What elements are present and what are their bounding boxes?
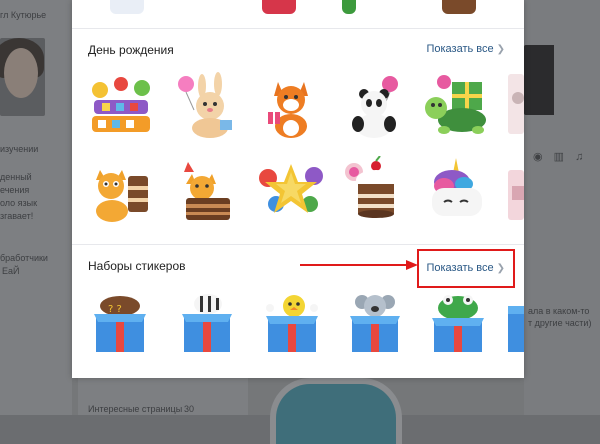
- sticker-mystery-box-chick[interactable]: [256, 290, 326, 360]
- sticker-turtle-with-gift[interactable]: [422, 72, 492, 142]
- background-text: оло язык: [0, 198, 38, 208]
- sticker-cupcake-with-cherry[interactable]: [340, 156, 410, 226]
- sticker[interactable]: [262, 0, 296, 14]
- background-media-icons: ◉ ▥ ♫: [533, 151, 588, 163]
- sticker[interactable]: [342, 0, 356, 14]
- sticker-mystery-box-frog[interactable]: [422, 290, 492, 360]
- background-text: денный: [0, 172, 32, 182]
- background-count: 30: [184, 404, 195, 414]
- background-text: бработчики: [0, 253, 48, 263]
- sticker-partial[interactable]: [506, 72, 524, 142]
- annotation-highlight-box: [417, 249, 515, 288]
- section-divider: [72, 244, 524, 245]
- show-all-label: Показать все: [426, 43, 494, 55]
- sticker-row: [72, 72, 524, 154]
- sticker-mystery-box-chocolate[interactable]: ? ?: [86, 290, 156, 360]
- background-avatar-blob: [270, 378, 402, 444]
- sticker-cat-in-cake[interactable]: [172, 156, 242, 226]
- background-text: Интересные страницы: [88, 404, 183, 414]
- sticker-panda-with-balloon[interactable]: [340, 72, 410, 142]
- background-text: ЕаЙ: [2, 266, 20, 276]
- section-title-birthday: День рождения: [88, 43, 174, 57]
- sticker-fox-with-gift[interactable]: [256, 72, 326, 142]
- sticker-store-modal: День рождения Показать все ❯ Наборы стик…: [72, 0, 524, 378]
- sticker-row: ? ?: [72, 290, 524, 372]
- background-text: гл Кутюрье: [0, 10, 47, 20]
- sticker-partial[interactable]: [506, 156, 524, 226]
- chevron-right-icon: ❯: [496, 44, 505, 55]
- sticker-cat-with-cake[interactable]: [86, 156, 156, 226]
- svg-text:? ?: ? ?: [108, 304, 122, 315]
- background-right-avatar: [524, 45, 554, 115]
- annotation-arrow: [300, 260, 418, 270]
- previous-row-stickers: [72, 0, 524, 22]
- section-title-sticker-sets: Наборы стикеров: [88, 259, 186, 273]
- sticker[interactable]: [442, 0, 476, 14]
- sticker[interactable]: [110, 0, 144, 14]
- background-text: ечения: [0, 185, 30, 195]
- background-text: т другие части): [528, 318, 592, 328]
- sticker-row: [72, 156, 524, 238]
- sticker-star-balloon[interactable]: [256, 156, 326, 226]
- section-divider: [72, 28, 524, 29]
- sticker-happy-birthday-balloons[interactable]: [86, 72, 156, 142]
- show-all-birthday-link[interactable]: Показать все ❯: [426, 43, 505, 55]
- background-interesting-pages: Интересные страницы 30: [78, 378, 248, 415]
- background-text: изучении: [0, 144, 39, 154]
- sticker-bunny-with-balloon[interactable]: [172, 72, 242, 142]
- background-text: згавает!: [0, 211, 34, 221]
- sticker-partial[interactable]: [506, 290, 524, 360]
- sticker-unicorn-cake[interactable]: [422, 156, 492, 226]
- sticker-mystery-box-koala[interactable]: [340, 290, 410, 360]
- sticker-mystery-box-zebra[interactable]: [172, 290, 242, 360]
- background-text: ала в каком-то: [528, 306, 590, 316]
- background-avatar: [0, 38, 45, 116]
